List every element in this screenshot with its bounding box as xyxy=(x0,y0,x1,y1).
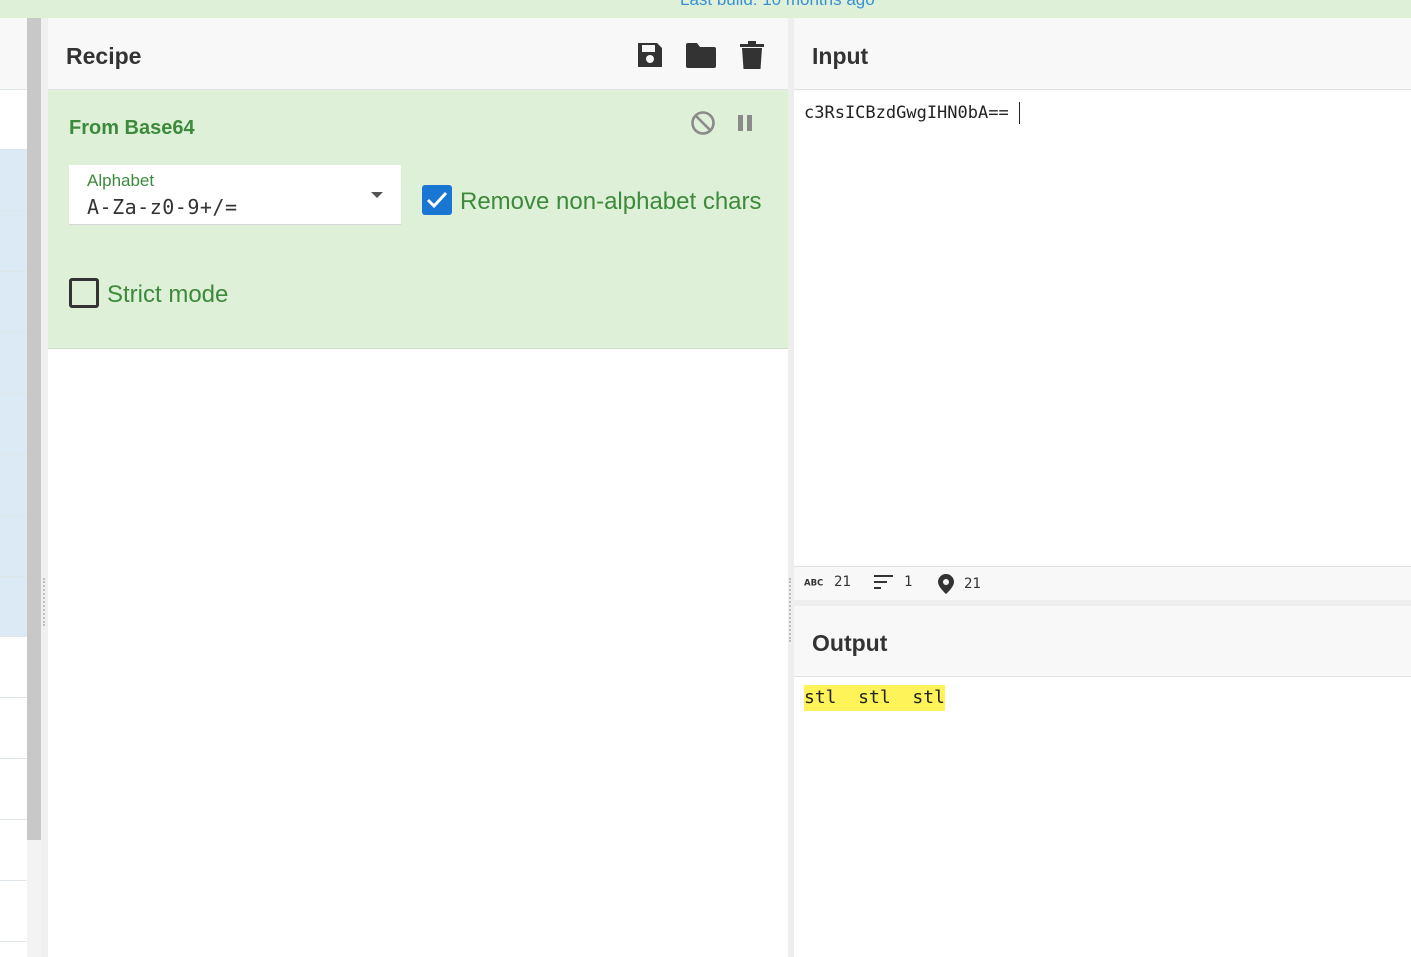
list-item[interactable] xyxy=(0,516,27,577)
alphabet-label: Alphabet xyxy=(87,171,155,190)
list-item[interactable] xyxy=(0,881,27,942)
list-item[interactable] xyxy=(0,455,27,516)
operation-from-base64[interactable]: From Base64 Alphabet A-Za-z0-9+/= Remove… xyxy=(48,90,788,349)
input-status-bar: ABC 21 1 21 xyxy=(794,566,1411,600)
caret-down-icon xyxy=(371,192,383,198)
operations-header xyxy=(0,18,27,90)
recipe-title: Recipe xyxy=(66,43,142,69)
list-item[interactable] xyxy=(0,333,27,394)
input-header: Input xyxy=(794,18,1411,90)
left-resize-gutter[interactable] xyxy=(41,18,48,957)
resize-grip-icon xyxy=(43,578,45,626)
folder-icon[interactable] xyxy=(684,38,718,72)
last-build-text: Last build: 10 months ago xyxy=(680,0,875,10)
checkmark-icon xyxy=(426,191,448,209)
output-title: Output xyxy=(812,630,888,656)
list-item[interactable] xyxy=(0,577,27,637)
output-header: Output xyxy=(794,606,1411,677)
input-text: c3RsICBzdGwgIHN0bA== xyxy=(804,102,1020,124)
text-cursor xyxy=(1018,102,1020,124)
location-pin-icon xyxy=(938,574,954,594)
remove-non-alphabet-label[interactable]: Remove non-alphabet chars xyxy=(460,188,762,216)
list-item[interactable] xyxy=(0,211,27,272)
output-textarea[interactable]: stl stl stl xyxy=(794,677,1411,957)
operations-list xyxy=(0,18,27,957)
alphabet-value: A-Za-z0-9+/= xyxy=(87,195,238,219)
list-item[interactable] xyxy=(0,698,27,759)
char-count: ABC 21 xyxy=(804,574,851,590)
strict-mode-label[interactable]: Strict mode xyxy=(107,281,228,309)
lines-icon xyxy=(874,574,894,590)
list-item[interactable] xyxy=(0,820,27,881)
pause-icon[interactable] xyxy=(730,108,760,138)
disable-icon[interactable] xyxy=(688,108,718,138)
abc-icon: ABC xyxy=(804,577,824,588)
list-item[interactable] xyxy=(0,759,27,820)
alphabet-select[interactable]: Alphabet A-Za-z0-9+/= xyxy=(69,165,401,225)
trash-icon[interactable] xyxy=(735,38,769,72)
cursor-position: 21 xyxy=(938,574,981,594)
line-count: 1 xyxy=(874,574,912,590)
recipe-header: Recipe xyxy=(48,18,788,90)
save-icon[interactable] xyxy=(633,38,667,72)
list-item[interactable] xyxy=(0,394,27,455)
input-textarea[interactable]: c3RsICBzdGwgIHN0bA== xyxy=(794,90,1411,566)
operations-scrollbar-thumb[interactable] xyxy=(27,18,41,840)
operation-title: From Base64 xyxy=(69,117,195,139)
list-item[interactable] xyxy=(0,272,27,333)
output-text: stl stl stl xyxy=(804,685,945,711)
remove-non-alphabet-checkbox[interactable] xyxy=(422,185,452,215)
input-title: Input xyxy=(812,43,869,69)
list-item[interactable] xyxy=(0,637,27,698)
strict-mode-checkbox[interactable] xyxy=(69,278,99,308)
top-banner: Last build: 10 months ago xyxy=(0,0,1411,18)
operations-search[interactable] xyxy=(0,90,27,150)
resize-grip-icon xyxy=(789,578,791,642)
list-item[interactable] xyxy=(0,150,27,211)
svg-text:ABC: ABC xyxy=(804,579,823,588)
